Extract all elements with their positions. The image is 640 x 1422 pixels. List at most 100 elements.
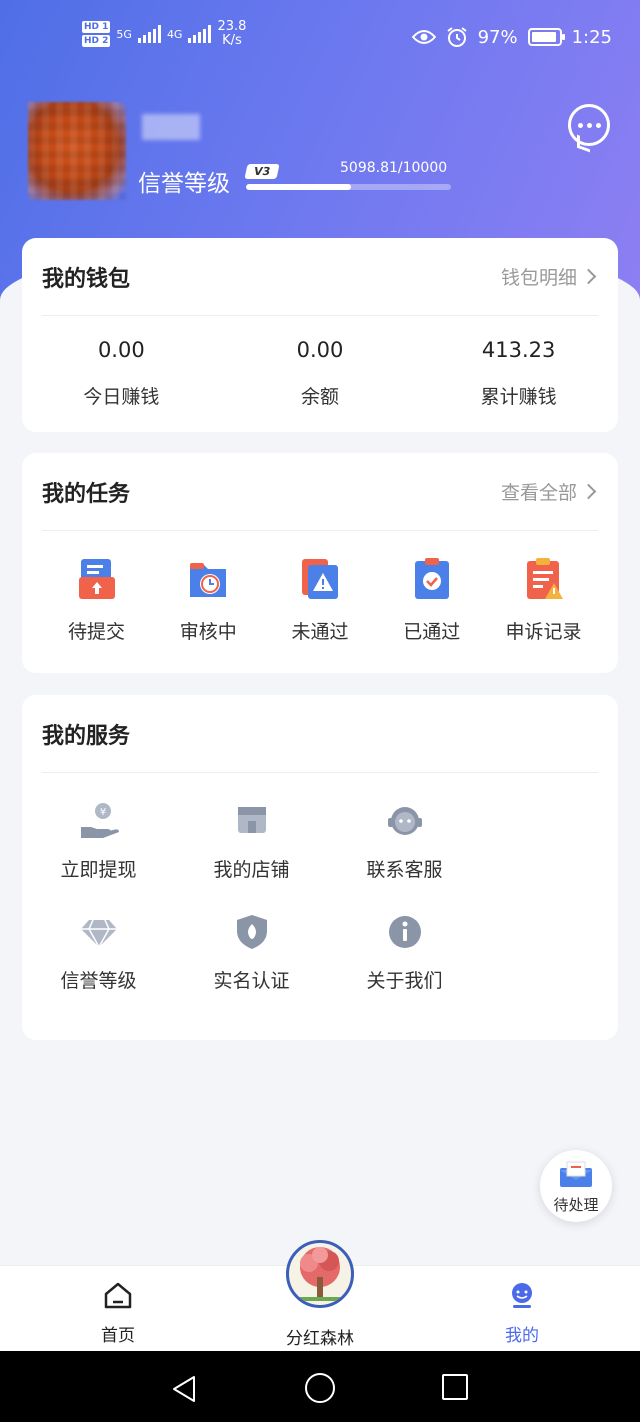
task-label: 待提交 [67, 621, 125, 643]
tab-mine-label: 我的 [505, 1326, 539, 1346]
recents-icon[interactable] [442, 1374, 468, 1400]
warning-folder-icon [302, 559, 338, 599]
signal-icon-2 [188, 25, 212, 43]
task-pending-submit[interactable]: 待提交 [44, 557, 149, 644]
task-approved[interactable]: 已通过 [379, 557, 484, 644]
level-progress-bar [246, 184, 451, 190]
hd2-label: HD 2 [82, 35, 111, 47]
clock-folder-icon [190, 563, 227, 597]
eye-icon [411, 30, 436, 44]
tasks-title: 我的任务 [42, 481, 131, 507]
level-progress-text: 5098.81/10000 [340, 160, 448, 176]
service-withdraw[interactable]: ¥ 立即提现 [22, 801, 175, 882]
wallet-card-header: 我的钱包 钱包明细 [42, 238, 598, 316]
tab-home-label: 首页 [101, 1326, 135, 1346]
clock-time: 1:25 [571, 26, 612, 48]
wallet-card: 我的钱包 钱包明细 0.00 今日赚钱 0.00 余额 413.23 累计赚钱 [22, 238, 618, 432]
tasks-card: 我的任务 查看全部 待提交 审核中 未通过 已通过 申诉记录 [22, 453, 618, 673]
service-label: 我的店铺 [213, 859, 290, 881]
pending-label: 待处理 [553, 1196, 599, 1214]
username-blurred [142, 114, 200, 140]
user-face-icon [512, 1283, 532, 1308]
tab-forest-label: 分红森林 [286, 1329, 354, 1349]
service-label: 立即提现 [60, 859, 137, 881]
task-label: 未通过 [291, 621, 349, 643]
service-label: 联系客服 [366, 859, 443, 881]
net-speed-unit: K/s [222, 33, 242, 48]
wallet-stats: 0.00 今日赚钱 0.00 余额 413.23 累计赚钱 [22, 316, 618, 409]
service-my-store[interactable]: 我的店铺 [175, 801, 328, 882]
tab-mine[interactable]: 我的 [462, 1282, 582, 1346]
status-bar: HD 1 HD 2 5G 4G 23.8 K/s 97% 1:25 [0, 0, 640, 66]
message-icon[interactable] [568, 104, 610, 146]
chevron-right-icon [580, 483, 597, 500]
net-speed: 23.8 K/s [217, 20, 246, 48]
tasks-view-all-label: 查看全部 [500, 482, 577, 504]
home-icon [104, 1282, 132, 1309]
alarm-icon [446, 27, 467, 47]
service-credit-level[interactable]: 信誉等级 [22, 912, 175, 993]
battery-percent: 97% [477, 26, 518, 48]
tasks-card-header: 我的任务 查看全部 [42, 453, 598, 531]
withdraw-icon: ¥ [80, 803, 119, 838]
services-card: 我的服务 ¥ 立即提现 我的店铺 联系客服 信誉等级 实名认证 关于我们 [22, 695, 618, 1040]
task-reviewing[interactable]: 审核中 [156, 557, 261, 644]
diamond-icon [80, 919, 117, 949]
wallet-balance-value: 0.00 [296, 338, 344, 362]
task-rejected[interactable]: 未通过 [268, 557, 373, 644]
network-4g-label: 4G [166, 27, 183, 41]
store-icon [237, 807, 266, 833]
appeal-record-icon [526, 558, 563, 599]
chevron-right-icon [580, 268, 597, 285]
status-left: HD 1 HD 2 5G 4G 23.8 K/s [82, 20, 246, 48]
task-appeal-records[interactable]: 申诉记录 [491, 557, 596, 644]
battery-icon [527, 28, 565, 46]
signal-icon [137, 25, 161, 43]
pending-float-button[interactable]: 待处理 [540, 1150, 612, 1222]
wallet-balance[interactable]: 0.00 余额 [222, 338, 419, 409]
wallet-balance-label: 余额 [300, 386, 339, 408]
wallet-total-label: 累计赚钱 [480, 386, 557, 408]
level-badge: V3 [244, 164, 280, 179]
network-5g-label: 5G [116, 27, 132, 41]
hd1-label: HD 1 [82, 21, 111, 33]
wallet-total-value: 413.23 [481, 338, 556, 362]
upload-folder-icon [78, 559, 115, 599]
wallet-today-label: 今日赚钱 [83, 386, 160, 408]
tab-forest[interactable]: 分红森林 [260, 1318, 380, 1349]
customer-service-icon [387, 807, 422, 835]
services-card-header: 我的服务 [42, 695, 598, 773]
wallet-today[interactable]: 0.00 今日赚钱 [23, 338, 220, 409]
wallet-detail-link[interactable]: 钱包明细 [501, 263, 598, 290]
back-icon[interactable] [170, 1375, 198, 1403]
task-label: 审核中 [179, 621, 237, 643]
avatar[interactable] [28, 102, 126, 200]
tab-home[interactable]: 首页 [58, 1282, 178, 1346]
service-real-name-verify[interactable]: 实名认证 [175, 912, 328, 993]
tasks-view-all-link[interactable]: 查看全部 [501, 478, 598, 505]
home-nav-icon[interactable] [305, 1373, 335, 1403]
hd-indicator: HD 1 HD 2 [82, 21, 111, 47]
service-label: 信誉等级 [60, 970, 137, 992]
forest-tree-icon[interactable] [286, 1240, 354, 1308]
shield-icon [236, 915, 267, 949]
wallet-today-value: 0.00 [97, 338, 145, 362]
task-label: 申诉记录 [505, 621, 582, 643]
service-grid: ¥ 立即提现 我的店铺 联系客服 信誉等级 实名认证 关于我们 [22, 773, 618, 1023]
service-about-us[interactable]: 关于我们 [328, 912, 481, 993]
wallet-title: 我的钱包 [42, 266, 131, 292]
envelope-icon [560, 1161, 592, 1187]
info-icon [388, 916, 421, 948]
check-clipboard-icon [414, 558, 449, 599]
task-label: 已通过 [403, 621, 461, 643]
system-nav-bar [0, 1351, 640, 1422]
service-contact-support[interactable]: 联系客服 [328, 801, 481, 882]
tree-icon [297, 1247, 343, 1301]
status-right: 97% 1:25 [411, 26, 612, 48]
wallet-total[interactable]: 413.23 累计赚钱 [420, 338, 617, 409]
task-list: 待提交 审核中 未通过 已通过 申诉记录 [22, 531, 618, 644]
net-speed-value: 23.8 [217, 19, 247, 34]
wallet-detail-label: 钱包明细 [500, 267, 577, 289]
service-label: 关于我们 [366, 970, 443, 992]
credit-level-title: 信誉等级 [138, 171, 230, 197]
